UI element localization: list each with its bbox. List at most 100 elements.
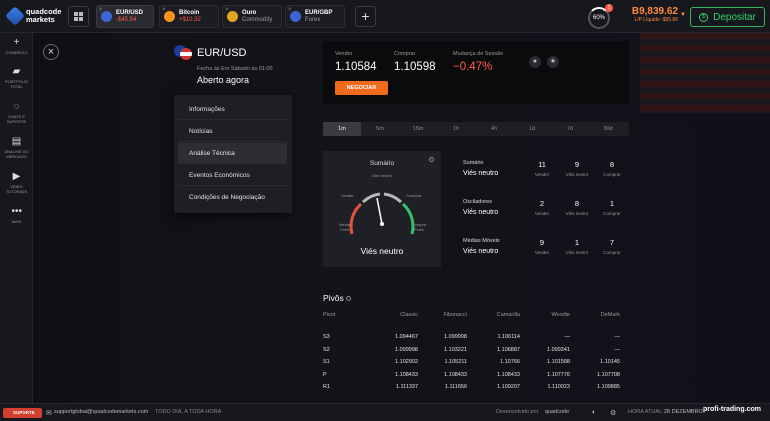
menu-item-economic-events[interactable]: Eventos Económicos [178,165,287,186]
pivot-value: — [614,346,621,353]
pivot-value: 1.108433 [395,371,418,378]
menu-item-trading-conditions[interactable]: Condições de Negociação [178,187,287,208]
quote-panel: Vender 1.10584 Comprar 1.10598 Mudança d… [323,41,629,104]
indicator-result: Viés neutro [463,209,499,216]
gauge-label-buy: Comprar [406,193,422,198]
close-button[interactable]: × [43,44,59,60]
timeframe-selector: 1m 5m 15m 1h 4h 1d 7d 30d [323,122,629,136]
buy-caption: Comprar [603,172,621,177]
notification-badge: 1 [605,4,613,12]
tab-category: Forex [305,16,321,23]
indicator-sell-count: 2 [539,199,545,208]
menu-item-technical-analysis[interactable]: Análise Técnica [178,143,287,164]
menu-item-info[interactable]: Informações [178,99,287,120]
support-email[interactable]: supportglobal@quadcodemarkets.com [54,409,148,415]
menu-item-news[interactable]: Notícias [178,121,287,142]
balance-pnl: L/P Líquido -$55.86 [634,17,678,23]
sidebar-item-chats[interactable]: ◌ CHATS E SUPORTE [0,102,33,125]
pivots-title: Pivôs [323,293,344,303]
trade-button[interactable]: NEGOCIAR [335,81,388,95]
tab-title: Bitcoin [179,9,200,16]
summary-result: Viés neutro [360,246,404,256]
balance[interactable]: B9,839.62 L/P Líquido -$55.86 [626,6,678,23]
timeframe-7d[interactable]: 7d [551,122,589,136]
summary-title: Sumário [369,160,395,167]
gauge-label-strong-buy: Compra Forte [411,222,427,232]
pivot-header: Camarilla [496,312,520,318]
powered-by: Desenvolvido por [496,409,539,415]
support-button[interactable]: SUPORTE [3,408,42,418]
timeframe-1h[interactable]: 1h [437,122,475,136]
pivot-value: 1.108433 [497,371,520,378]
close-tab-icon[interactable]: × [288,7,292,13]
deposit-button[interactable]: $ Depositar [690,7,765,27]
close-tab-icon[interactable]: × [99,7,103,13]
timeframe-30d[interactable]: 30d [589,122,627,136]
star-icon[interactable]: ★ [547,56,559,68]
indicator-row-summary: Sumário Viés neutro 11 Vender 9 Viés neu… [457,160,632,190]
timeframe-4h[interactable]: 4h [475,122,513,136]
top-bar: quadcode markets × EUR/USD -$45.54 × Bitc… [0,0,770,33]
indicator-result: Viés neutro [463,170,499,177]
sell-caption: Vender [534,172,550,177]
bell-icon[interactable]: ● [529,56,541,68]
info-icon[interactable] [346,296,351,301]
sell-caption: Vender [534,250,550,255]
logo-mark-icon [5,6,25,26]
brand-name-sub: markets [26,15,55,24]
pivot-value: 1.109207 [497,384,520,390]
logo[interactable]: quadcode markets [5,6,61,26]
summary-gauge [349,192,415,235]
timeframe-1d[interactable]: 1d [513,122,551,136]
gauge-label-neutral: Viés neutro [371,173,393,178]
pivot-value: 1.105211 [444,359,467,365]
pivot-value: 1.106887 [497,346,520,353]
session-change-label: Mudança de Sessão [453,51,504,57]
pivot-value: 1.094467 [395,334,418,340]
pivot-header: Pivot [323,312,336,318]
timeframe-1m[interactable]: 1m [323,122,361,136]
plus-icon: + [13,37,20,48]
tab-pnl: -$45.54 [116,16,137,23]
current-time-value: 28 DEZEMBRO [664,409,703,415]
pivot-value: 1.111656 [444,384,467,390]
chevron-down-icon[interactable]: ▼ [680,12,686,18]
indicator-neutral-count: 8 [574,199,580,208]
sidebar-item-portfolio[interactable]: ▰ PORTFÓLIO TOTAL [0,66,33,90]
pivot-value: — [564,334,571,340]
pivot-level: S3 [323,334,330,340]
current-time-label: HORA ATUAL: [628,409,664,415]
timeframe-5m[interactable]: 5m [361,122,399,136]
sound-icon[interactable]: ◐ [592,409,596,416]
asset-tab-bitcoin[interactable]: × Bitcoin +$10.32 [159,5,219,28]
video-icon: ▶ [12,171,21,182]
buy-label: Comprar [394,51,416,57]
tab-title: Ouro [242,9,257,16]
close-tab-icon[interactable]: × [162,7,166,13]
asset-tab-eurusd[interactable]: × EUR/USD -$45.54 [96,5,154,28]
indicator-row-moving-averages: Médias Móveis Viés neutro 9 Vender 1 Vié… [457,238,632,268]
timeframe-15m[interactable]: 15m [399,122,437,136]
sell-caption: Vender [534,211,550,216]
portfolio-icon: ▰ [12,66,21,77]
deposit-label: Depositar [713,11,756,23]
settings-icon[interactable]: ⚙ [610,409,616,417]
asset-tab-eurgbp[interactable]: × EUR/GBP Forex [285,5,345,28]
pivot-level: R1 [323,384,331,390]
tab-category: Commodity [242,16,273,23]
indicator-name: Osciladores [463,199,493,205]
info-icon[interactable]: i [429,157,434,162]
sidebar-item-more[interactable]: ••• MAIS [0,207,33,225]
sidebar-item-trade[interactable]: + COMÉRCIO [0,37,33,56]
close-tab-icon[interactable]: × [225,7,229,13]
indicator-neutral-count: 9 [574,160,580,169]
sidebar-item-market-analysis[interactable]: ▤ ANÁLISE DO MERCADO [0,137,33,160]
add-tab-button[interactable]: + [355,6,376,27]
sell-label: Vender [335,51,353,57]
pivot-value: 1.106114 [497,334,520,340]
pivot-value: 1.111337 [395,384,418,390]
sidebar-item-videos[interactable]: ▶ VÍDEO TUTORIAIS [0,171,33,195]
indicator-row-oscillators: Osciladores Viés neutro 2 Vender 8 Viés … [457,199,632,229]
asset-tab-gold[interactable]: × Ouro Commodity [222,5,282,28]
grid-view-button[interactable] [68,6,89,27]
